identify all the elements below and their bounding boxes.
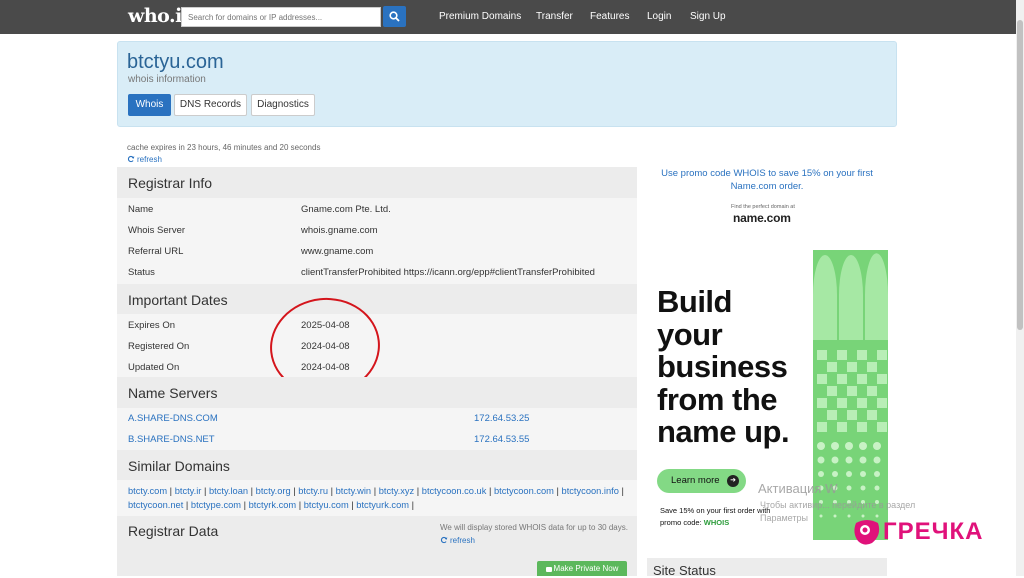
similar-domain-link[interactable]: btcty.com bbox=[128, 486, 167, 496]
registrar-name-value: Gname.com Pte. Ltd. bbox=[301, 204, 391, 215]
nav-features[interactable]: Features bbox=[590, 11, 629, 22]
separator: | bbox=[183, 499, 191, 510]
similar-domain-link[interactable]: btcty.ru bbox=[298, 486, 328, 496]
tab-diagnostics[interactable]: Diagnostics bbox=[251, 94, 315, 116]
similar-domain-link[interactable]: btcty.loan bbox=[209, 486, 248, 496]
similar-domain-link[interactable]: btcty.org bbox=[256, 486, 291, 496]
windows-activation-title: Активация W bbox=[758, 481, 838, 496]
ad-footnote-line: Save 15% on your first order with bbox=[660, 506, 771, 515]
status-value: clientTransferProhibited https://icann.o… bbox=[301, 267, 595, 278]
ad-tagline: Find the perfect domain at bbox=[731, 204, 795, 210]
ad-pattern-graphic bbox=[813, 250, 888, 540]
namecom-logo[interactable]: name.com bbox=[733, 211, 791, 225]
make-private-button[interactable]: Make Private Now bbox=[537, 561, 627, 576]
similar-domain-link[interactable]: btctyu.com bbox=[304, 500, 349, 510]
promo-code-value: WHOIS bbox=[703, 518, 730, 527]
refresh-label: refresh bbox=[450, 536, 475, 545]
cache-refresh-link[interactable]: refresh bbox=[127, 155, 162, 164]
whois-server-value: whois.gname.com bbox=[301, 225, 378, 236]
referral-url-label: Referral URL bbox=[128, 246, 184, 257]
expires-on-label: Expires On bbox=[128, 320, 175, 331]
nav-premium-domains[interactable]: Premium Domains bbox=[439, 11, 521, 22]
separator: | bbox=[328, 486, 336, 496]
similar-domain-link[interactable]: btcty.xyz bbox=[379, 486, 414, 496]
registrar-info-heading: Registrar Info bbox=[117, 167, 637, 198]
nav-transfer[interactable]: Transfer bbox=[536, 11, 573, 22]
search-icon bbox=[389, 11, 400, 22]
tab-dns-records[interactable]: DNS Records bbox=[174, 94, 247, 116]
nav-login[interactable]: Login bbox=[647, 11, 671, 22]
separator: | bbox=[241, 499, 249, 510]
registrar-name-label: Name bbox=[128, 204, 154, 215]
separator: | bbox=[618, 486, 624, 496]
updated-on-label: Updated On bbox=[128, 362, 180, 373]
similar-domains-heading: Similar Domains bbox=[117, 450, 637, 481]
similar-domain-link[interactable]: btctycoon.co.uk bbox=[422, 486, 487, 496]
status-label: Status bbox=[128, 267, 155, 278]
site-status-heading: Site Status bbox=[647, 558, 887, 578]
lock-icon bbox=[545, 567, 552, 572]
separator: | bbox=[167, 486, 175, 496]
similar-domains-list: btcty.com | btcty.ir | btcty.loan | btct… bbox=[128, 485, 633, 512]
referral-url-value: www.gname.com bbox=[301, 246, 374, 257]
promo-link[interactable]: Use promo code WHOIS to save 15% on your… bbox=[657, 167, 877, 193]
name-server-ip-link[interactable]: 172.64.53.25 bbox=[474, 413, 529, 424]
similar-domain-link[interactable]: btctycoon.net bbox=[128, 500, 183, 510]
registrar-data-heading: Registrar Data bbox=[128, 523, 219, 539]
ad-headline: Build your business from the name up. bbox=[657, 284, 790, 449]
similar-domain-link[interactable]: btctycoon.info bbox=[562, 486, 619, 496]
scrollbar-thumb[interactable] bbox=[1017, 20, 1023, 330]
domain-title: btctyu.com bbox=[127, 51, 224, 73]
similar-domain-link[interactable]: btcty.win bbox=[336, 486, 371, 496]
name-servers-heading: Name Servers bbox=[117, 377, 637, 408]
refresh-icon bbox=[127, 155, 135, 163]
refresh-label: refresh bbox=[137, 155, 162, 164]
activation-line: Чтобы активир... перейдите в раздел bbox=[760, 500, 916, 510]
registrar-data-note: We will display stored WHOIS data for up… bbox=[440, 523, 628, 532]
important-dates-heading: Important Dates bbox=[117, 284, 637, 315]
domain-subtitle: whois information bbox=[128, 74, 206, 85]
search-input[interactable] bbox=[181, 7, 381, 27]
separator: | bbox=[296, 499, 304, 510]
make-private-label: Make Private Now bbox=[553, 564, 619, 573]
separator: | bbox=[201, 486, 209, 496]
separator: | bbox=[371, 486, 379, 496]
separator: | bbox=[486, 486, 494, 496]
tab-whois[interactable]: Whois bbox=[128, 94, 171, 116]
nav-sign-up[interactable]: Sign Up bbox=[690, 11, 726, 22]
similar-domain-link[interactable]: btcty.ir bbox=[175, 486, 202, 496]
ad-headline-line: business bbox=[657, 349, 788, 384]
learn-more-button[interactable]: Learn more ➜ bbox=[657, 469, 746, 493]
ad-headline-line: Build bbox=[657, 284, 733, 319]
similar-domain-link[interactable]: btctycoon.com bbox=[494, 486, 554, 496]
registered-on-label: Registered On bbox=[128, 341, 190, 352]
ad-headline-line: your bbox=[657, 316, 723, 352]
refresh-icon bbox=[440, 536, 448, 544]
registrar-data-refresh-link[interactable]: refresh bbox=[440, 536, 475, 545]
separator: | bbox=[248, 486, 256, 496]
ad-promo-footnote: Save 15% on your first order with promo … bbox=[660, 505, 770, 529]
promo-code-label: promo code: bbox=[660, 518, 702, 527]
name-server-link[interactable]: B.SHARE-DNS.NET bbox=[128, 434, 215, 445]
name-server-link[interactable]: A.SHARE-DNS.COM bbox=[128, 413, 218, 424]
separator: | bbox=[553, 486, 562, 496]
separator: | bbox=[414, 486, 422, 496]
similar-domain-link[interactable]: btctype.com bbox=[191, 500, 241, 510]
watermark-logo-icon bbox=[852, 517, 882, 547]
similar-domain-link[interactable]: btctyurk.com bbox=[356, 500, 409, 510]
learn-more-label: Learn more bbox=[671, 475, 720, 486]
ad-headline-line: name up. bbox=[657, 414, 790, 449]
whois-server-label: Whois Server bbox=[128, 225, 186, 236]
ad-headline-line: from the bbox=[657, 381, 778, 417]
name-server-ip-link[interactable]: 172.64.53.55 bbox=[474, 434, 529, 445]
separator: | bbox=[409, 499, 414, 510]
similar-domain-link[interactable]: btctyrk.com bbox=[249, 500, 297, 510]
arrow-right-icon: ➜ bbox=[727, 475, 739, 487]
ad-footnote-line: promo code: WHOIS bbox=[660, 517, 770, 529]
cache-expiry-text: cache expires in 23 hours, 46 minutes an… bbox=[127, 143, 321, 152]
search-button[interactable] bbox=[383, 6, 406, 27]
watermark-text: ГРЕЧКА bbox=[883, 518, 984, 545]
